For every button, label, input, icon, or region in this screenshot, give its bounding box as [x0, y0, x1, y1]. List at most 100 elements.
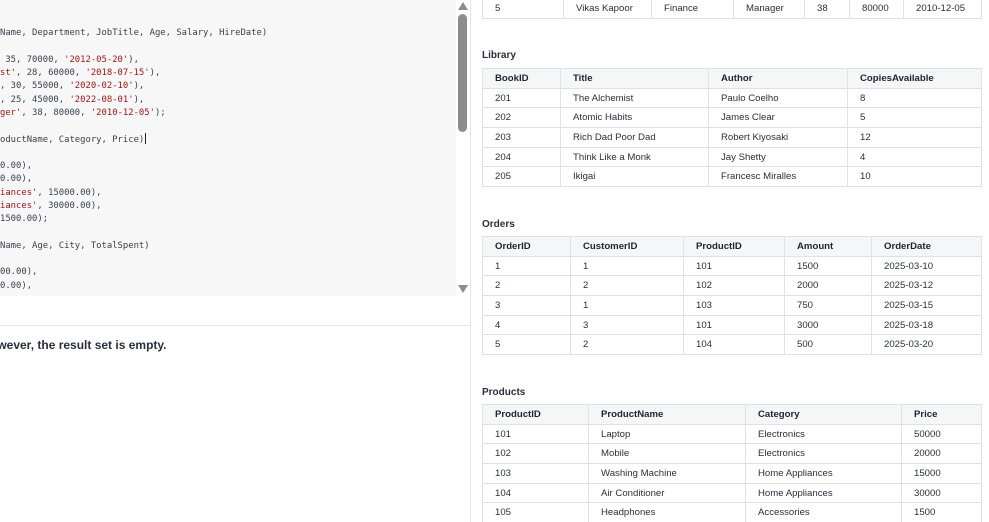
table-row: 5 2 104 500 2025-03-20: [482, 334, 982, 356]
table-cell: 10: [847, 166, 982, 188]
scroll-up-icon[interactable]: [458, 2, 468, 10]
table-cell: 101: [683, 314, 785, 336]
table-cell: 204: [482, 146, 561, 168]
table-cell: 12: [847, 127, 982, 148]
table-cell: Washing Machine: [588, 463, 746, 484]
table-cell: Air Conditioner: [588, 482, 746, 504]
column-header: Title: [560, 68, 709, 89]
code-text: 00.00),: [0, 267, 38, 278]
code-line: 1500.00);: [0, 213, 48, 225]
sql-code-editor[interactable]: Name, Department, JobTitle, Age, Salary,…: [0, 0, 456, 296]
library-table: BookID Title Author CopiesAvailable 201 The A…: [482, 68, 982, 188]
scrollbar-thumb[interactable]: [458, 14, 467, 132]
table-cell: Electronics: [745, 443, 902, 465]
column-header: OrderID: [482, 236, 571, 257]
table-cell: Accessories: [745, 502, 902, 522]
table-cell: Headphones: [588, 502, 746, 522]
table-row: 5 Vikas Kapoor Finance Manager 38 80000 2010-1…: [482, 0, 982, 19]
column-header: Author: [708, 68, 848, 89]
code-text: , 15000.00),: [37, 187, 102, 198]
table-cell: Home Appliances: [745, 463, 902, 484]
table-cell: Mobile: [588, 443, 746, 465]
table-cell: 105: [482, 502, 589, 522]
table-cell: 201: [482, 87, 561, 109]
table-cell: 3000: [784, 314, 872, 336]
table-cell: 5: [847, 107, 982, 129]
code-line: Name, Department, JobTitle, Age, Salary,…: [0, 27, 267, 39]
table-cell: 104: [683, 334, 785, 356]
table-cell: 102: [482, 443, 589, 465]
code-line: st', 28, 60000, '2018-07-15'),: [0, 67, 160, 79]
code-text: , 38, 80000,: [21, 107, 91, 118]
table-header-row: OrderID CustomerID ProductID Amount OrderDat…: [482, 236, 982, 257]
table-cell: 50000: [901, 423, 982, 445]
code-text: ),: [133, 81, 145, 92]
table-cell: Finance: [651, 0, 734, 19]
code-line: Name, Age, City, TotalSpent): [0, 240, 150, 252]
code-line: oductName, Category, Price): [0, 133, 147, 146]
code-text: , 25, 45000,: [0, 94, 70, 105]
code-text: Name, Department, JobTitle, Age, Salary,…: [0, 28, 268, 38]
table-cell: 205: [482, 166, 561, 188]
code-text: , 30000.00),: [37, 200, 102, 211]
code-line: iances', 30000.00),: [0, 200, 102, 212]
table-cell: 2000: [784, 275, 872, 297]
table-cell: 5: [482, 0, 564, 19]
column-header: ProductName: [588, 404, 746, 425]
code-line: , 25, 45000, '2022-08-01'),: [0, 94, 144, 106]
code-text: );: [154, 107, 166, 118]
editor-scrollbar[interactable]: [456, 0, 470, 296]
table-cell: 1500: [784, 255, 872, 277]
table-cell: 5: [482, 334, 571, 356]
column-header: OrderDate: [871, 236, 982, 257]
code-line: ger', 38, 80000, '2010-12-05');: [0, 107, 166, 119]
code-string: '2020-02-10': [69, 81, 134, 92]
code-text: 0.00),: [0, 280, 33, 291]
table-cell: 1500: [901, 502, 982, 522]
table-cell: 15000: [901, 463, 982, 484]
table-cell: 38: [804, 0, 850, 19]
table-row: 103 Washing Machine Home Appliances 15000: [482, 463, 982, 484]
code-text: ),: [149, 67, 161, 78]
orders-table-title: Orders: [482, 219, 515, 230]
table-cell: Robert Kiyosaki: [708, 127, 848, 148]
scroll-down-icon[interactable]: [458, 285, 468, 293]
table-row: 2 2 102 2000 2025-03-12: [482, 275, 982, 297]
code-text: , 30, 55000,: [0, 81, 70, 92]
table-cell: 2025-03-12: [871, 275, 982, 297]
code-text: 0.00),: [0, 174, 33, 185]
code-line: iances', 15000.00),: [0, 187, 102, 199]
table-header-row: ProductID ProductName Category Price: [482, 404, 982, 425]
table-cell: 1: [570, 295, 684, 316]
table-cell: 102: [683, 275, 785, 297]
table-cell: 1: [482, 255, 571, 277]
table-row: 102 Mobile Electronics 20000: [482, 443, 982, 465]
code-text: 0.00),: [0, 161, 33, 171]
table-cell: 1: [570, 255, 684, 277]
left-pane: Name, Department, JobTitle, Age, Salary,…: [0, 0, 470, 522]
table-cell: Atomic Habits: [560, 107, 709, 129]
table-cell: James Clear: [708, 107, 848, 129]
table-cell: 2: [570, 275, 684, 297]
column-header: Price: [901, 404, 982, 425]
table-cell: Home Appliances: [745, 482, 902, 504]
table-row: 203 Rich Dad Poor Dad Robert Kiyosaki 12: [482, 127, 982, 148]
column-header: Category: [745, 404, 902, 425]
code-text: 1500.00);: [0, 214, 49, 225]
text-cursor: [145, 133, 147, 145]
code-text: 35, 70000,: [0, 54, 65, 65]
table-cell: Jay Shetty: [708, 146, 848, 168]
table-cell: Vikas Kapoor: [563, 0, 652, 19]
code-string: '2010-12-05': [90, 107, 155, 118]
table-cell: 104: [482, 482, 589, 504]
employees-table: 5 Vikas Kapoor Finance Manager 38 80000 2010-1…: [482, 0, 982, 19]
table-row: 201 The Alchemist Paulo Coelho 8: [482, 87, 982, 109]
table-row: 104 Air Conditioner Home Appliances 30000: [482, 482, 982, 504]
code-line: 0.00),: [0, 160, 32, 172]
table-cell: 2025-03-20: [871, 334, 982, 356]
code-text: , 28, 60000,: [16, 67, 86, 78]
code-string: ger': [0, 107, 22, 118]
code-line: 35, 70000, '2012-05-20'),: [0, 54, 139, 66]
table-row: 3 1 103 750 2025-03-15: [482, 295, 982, 316]
table-cell: Rich Dad Poor Dad: [560, 127, 709, 148]
